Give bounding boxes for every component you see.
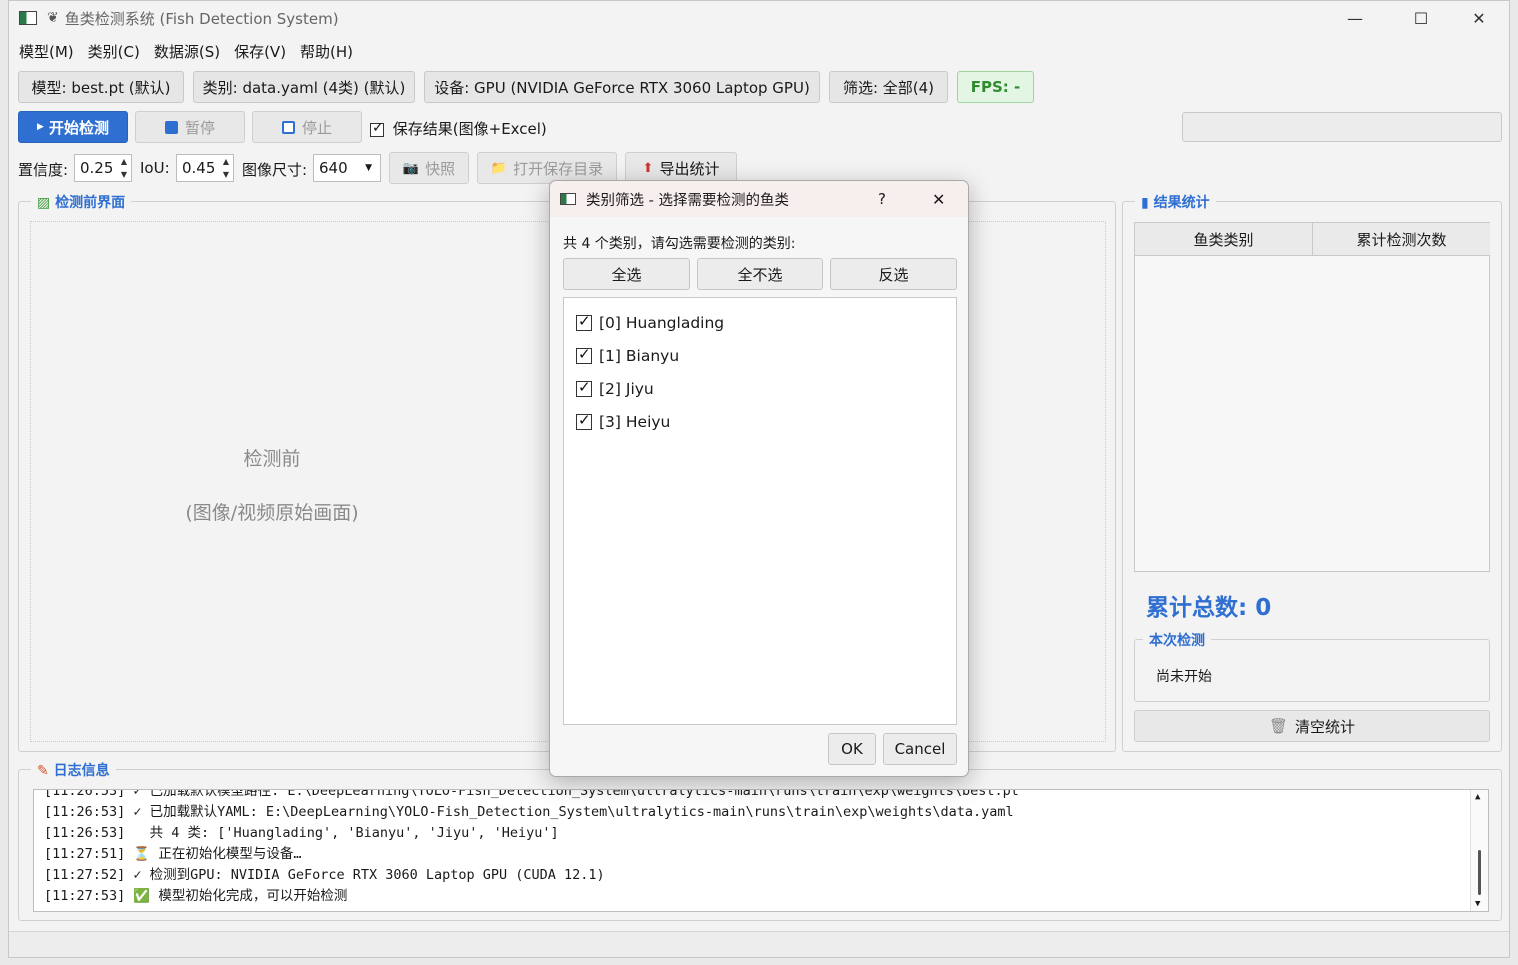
class-checkbox[interactable] — [576, 378, 592, 397]
results-stats-panel: ▮ 结果统计 鱼类类别 累计检测次数 累计总数: 0 本次检测 尚未开始 🗑 清… — [1122, 192, 1502, 752]
panel-title: ▮ 结果统计 — [1135, 192, 1216, 212]
window-title: 鱼类检测系统 (Fish Detection System) — [64, 9, 339, 28]
filter-chip: 筛选: 全部(4) — [829, 71, 948, 103]
menu-datasource[interactable]: 数据源(S) — [154, 41, 220, 62]
device-chip: 设备: GPU (NVIDIA GeForce RTX 3060 Laptop … — [424, 71, 820, 103]
current-status: 尚未开始 — [1156, 669, 1212, 685]
close-button[interactable]: ✕ — [1451, 1, 1507, 35]
fps-chip: FPS: - — [957, 71, 1034, 103]
fish-icon: ❦ — [47, 10, 59, 26]
classes-chip: 类别: data.yaml (4类) (默认) — [193, 71, 415, 103]
trash-icon: 🗑 — [1268, 717, 1289, 735]
snapshot-button[interactable]: 📷 快照 — [389, 152, 469, 184]
scroll-thumb[interactable] — [1478, 850, 1481, 895]
log-output[interactable]: [11:26:53] ✓ 已加载默认模型路径: E:\DeepLearning\… — [33, 789, 1489, 912]
chart-icon: ▮ — [1141, 195, 1149, 211]
start-detection-button[interactable]: ▶ 开始检测 — [18, 111, 128, 143]
class-filter-dialog: 类别筛选 - 选择需要检测的鱼类 ? ✕ 共 4 个类别，请勾选需要检测的类别:… — [549, 180, 969, 777]
status-bar — [9, 931, 1509, 957]
column-header-species[interactable]: 鱼类类别 — [1135, 223, 1313, 256]
save-results-checkbox[interactable] — [370, 120, 384, 137]
class-checkbox[interactable] — [576, 312, 592, 331]
dialog-title-bar: 类别筛选 - 选择需要检测的鱼类 ? ✕ — [550, 181, 968, 217]
conf-spinbox[interactable]: 0.25 ▲ ▼ — [74, 154, 132, 182]
camera-icon: 📷 — [402, 160, 420, 176]
dialog-prompt: 共 4 个类别，请勾选需要检测的类别: — [563, 236, 796, 252]
panel-title: ✎ 日志信息 — [31, 760, 116, 780]
class-item[interactable]: [1] Bianyu — [576, 345, 679, 365]
invert-selection-button[interactable]: 反选 — [830, 258, 957, 290]
menu-bar: 模型(M) 类别(C) 数据源(S) 保存(V) 帮助(H) — [9, 39, 367, 63]
log-line: [11:27:51] ⏳ 正在初始化模型与设备… — [44, 846, 302, 862]
pause-icon — [164, 120, 178, 134]
log-line: [11:26:53] 共 4 类: ['Huanglading', 'Biany… — [44, 825, 559, 841]
panel-title: ▨ 检测前界面 — [31, 192, 132, 212]
ok-button[interactable]: OK — [828, 733, 876, 765]
export-icon: ⬆ — [642, 160, 654, 176]
menu-save[interactable]: 保存(V) — [234, 41, 286, 62]
iou-spinbox[interactable]: 0.45 ▲ ▼ — [176, 154, 234, 182]
stop-icon — [281, 120, 295, 134]
conf-label: 置信度: — [18, 161, 69, 179]
column-header-count[interactable]: 累计检测次数 — [1313, 223, 1490, 256]
image-size-select[interactable]: 640 ▼ — [313, 154, 381, 182]
class-item[interactable]: [3] Heiyu — [576, 411, 670, 431]
maximize-button[interactable]: ☐ — [1393, 1, 1449, 35]
class-checkbox[interactable] — [576, 345, 592, 364]
dialog-title: 类别筛选 - 选择需要检测的鱼类 — [586, 192, 789, 209]
iou-label: IoU: — [140, 159, 170, 177]
pause-button[interactable]: 暂停 — [135, 111, 245, 143]
image-icon: ▨ — [37, 195, 51, 211]
cancel-button[interactable]: Cancel — [883, 733, 957, 765]
dialog-close-button[interactable]: ✕ — [932, 190, 945, 209]
stop-button[interactable]: 停止 — [252, 111, 362, 143]
clear-stats-button[interactable]: 🗑 清空统计 — [1134, 710, 1490, 742]
log-line: [11:26:53] ✓ 已加载默认模型路径: E:\DeepLearning\… — [44, 789, 1019, 799]
select-all-button[interactable]: 全选 — [563, 258, 690, 290]
app-icon — [19, 11, 37, 25]
minimize-button[interactable]: — — [1327, 1, 1383, 35]
menu-classes[interactable]: 类别(C) — [88, 41, 140, 62]
save-results-option[interactable]: 保存结果(图像+Excel) — [370, 118, 547, 139]
class-item[interactable]: [2] Jiyu — [576, 378, 654, 398]
progress-bar — [1182, 112, 1502, 142]
current-detection-box: 本次检测 尚未开始 — [1134, 630, 1490, 702]
spin-arrows-icon[interactable]: ▲ ▼ — [219, 155, 233, 181]
app-icon — [560, 193, 576, 205]
size-label: 图像尺寸: — [242, 161, 308, 179]
log-line: [11:27:53] ✅ 模型初始化完成，可以开始检测 — [44, 888, 348, 904]
menu-model[interactable]: 模型(M) — [19, 41, 74, 62]
total-count: 累计总数: 0 — [1146, 595, 1272, 621]
log-scrollbar[interactable]: ▲ ▼ — [1470, 790, 1488, 911]
model-chip: 模型: best.pt (默认) — [18, 71, 184, 103]
current-detection-title: 本次检测 — [1143, 630, 1211, 650]
scroll-up-icon[interactable]: ▲ — [1475, 792, 1480, 802]
log-line: [11:27:52] ✓ 检测到GPU: NVIDIA GeForce RTX … — [44, 867, 605, 883]
help-button[interactable]: ? — [878, 190, 886, 208]
log-icon: ✎ — [37, 763, 49, 779]
scroll-down-icon[interactable]: ▼ — [1475, 899, 1480, 909]
class-list: [0] Huanglading [1] Bianyu [2] Jiyu [3] … — [563, 297, 957, 725]
folder-icon: 📁 — [490, 160, 508, 176]
play-icon: ▶ — [37, 122, 44, 132]
chevron-down-icon: ▼ — [365, 163, 372, 173]
stats-table: 鱼类类别 累计检测次数 — [1134, 222, 1490, 572]
select-none-button[interactable]: 全不选 — [697, 258, 823, 290]
spin-arrows-icon[interactable]: ▲ ▼ — [117, 155, 131, 181]
log-line: [11:26:53] ✓ 已加载默认YAML: E:\DeepLearning\… — [44, 804, 1014, 820]
title-bar: ❦ 鱼类检测系统 (Fish Detection System) — [9, 1, 1509, 35]
class-checkbox[interactable] — [576, 411, 592, 430]
menu-help[interactable]: 帮助(H) — [300, 41, 353, 62]
class-item[interactable]: [0] Huanglading — [576, 312, 724, 332]
